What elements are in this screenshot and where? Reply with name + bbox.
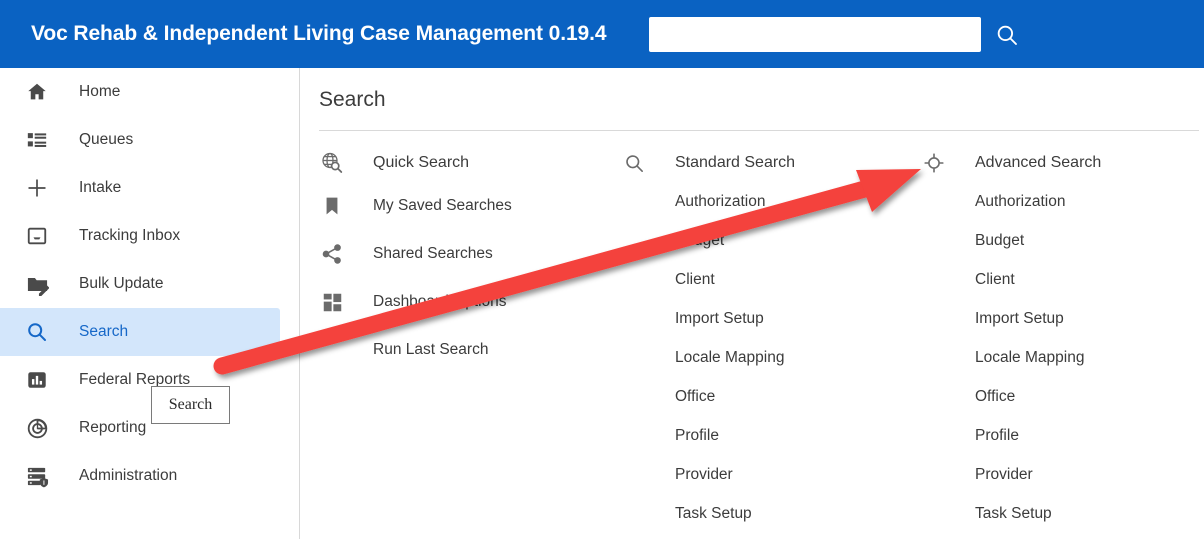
sidebar-item-label: Home — [79, 83, 121, 100]
sidebar-tooltip: Search — [151, 386, 230, 424]
list-item-label: Budget — [675, 231, 725, 249]
standard-office-item[interactable]: Office — [617, 377, 917, 416]
advanced-search-label: Advanced Search — [975, 154, 1102, 171]
list-item-label: Office — [975, 387, 1016, 405]
my-saved-searches-label: My Saved Searches — [373, 197, 512, 214]
advanced-import-setup-item[interactable]: Import Setup — [917, 299, 1204, 338]
run-last-search-item[interactable]: Run Last Search — [315, 326, 635, 374]
standard-client-item[interactable]: Client — [617, 260, 917, 299]
quick-search-header[interactable]: Quick Search — [315, 144, 635, 182]
sidebar-item-bulk-update[interactable]: Bulk Update — [0, 260, 299, 308]
sidebar-item-label: Intake — [79, 179, 122, 196]
list-item-label: Import Setup — [975, 309, 1064, 327]
standard-authorization-item[interactable]: Authorization — [617, 182, 917, 221]
sidebar-item-label: Bulk Update — [79, 275, 164, 292]
crosshair-icon — [917, 151, 951, 175]
list-item-label: Office — [675, 387, 716, 405]
sidebar-item-label: Administration — [79, 467, 178, 484]
search-submit-button[interactable] — [993, 21, 1021, 49]
list-item-label: Budget — [975, 231, 1025, 249]
list-item-label: Locale Mapping — [675, 348, 785, 366]
standard-task-setup-item[interactable]: Task Setup — [617, 494, 917, 533]
list-icon — [20, 126, 54, 154]
tooltip-text: Search — [168, 396, 213, 413]
list-item-label: Provider — [675, 465, 733, 483]
list-item-label: Provider — [975, 465, 1033, 483]
server-shield-icon — [20, 462, 54, 490]
donut-chart-icon — [20, 414, 54, 442]
search-icon — [20, 318, 54, 346]
list-item-label: Task Setup — [675, 504, 752, 522]
standard-search-column: Standard Search Authorization Budget Cli… — [617, 144, 917, 533]
sidebar-item-search[interactable]: Search — [0, 308, 280, 356]
list-item-label: Task Setup — [975, 504, 1052, 522]
standard-budget-item[interactable]: Budget — [617, 221, 917, 260]
advanced-task-setup-item[interactable]: Task Setup — [917, 494, 1204, 533]
advanced-profile-item[interactable]: Profile — [917, 416, 1204, 455]
search-input[interactable] — [649, 17, 981, 52]
globe-search-icon — [315, 151, 349, 175]
list-item-label: Import Setup — [675, 309, 764, 327]
advanced-budget-item[interactable]: Budget — [917, 221, 1204, 260]
plus-icon — [20, 174, 54, 202]
advanced-search-header[interactable]: Advanced Search — [917, 144, 1204, 182]
title-divider — [319, 130, 1199, 131]
sidebar-item-label: Tracking Inbox — [79, 227, 181, 244]
standard-search-header[interactable]: Standard Search — [617, 144, 917, 182]
bookmark-icon — [315, 195, 349, 217]
sidebar-item-reporting[interactable]: Reporting — [0, 404, 299, 452]
standard-search-label: Standard Search — [675, 154, 796, 171]
list-item-label: Client — [675, 270, 715, 288]
standard-locale-mapping-item[interactable]: Locale Mapping — [617, 338, 917, 377]
quick-search-column: Quick Search My Saved Searches Shared Se… — [315, 144, 635, 374]
inbox-icon — [20, 222, 54, 250]
list-item-label: Authorization — [975, 192, 1066, 210]
sidebar-item-label: Search — [79, 323, 129, 340]
list-item-label: Authorization — [675, 192, 766, 210]
advanced-provider-item[interactable]: Provider — [917, 455, 1204, 494]
standard-provider-item[interactable]: Provider — [617, 455, 917, 494]
standard-import-setup-item[interactable]: Import Setup — [617, 299, 917, 338]
advanced-locale-mapping-item[interactable]: Locale Mapping — [917, 338, 1204, 377]
sidebar-item-administration[interactable]: Administration — [0, 452, 299, 500]
run-last-search-label: Run Last Search — [373, 341, 489, 358]
sidebar-item-federal-reports[interactable]: Federal Reports — [0, 356, 299, 404]
home-icon — [20, 78, 54, 106]
folder-edit-icon — [20, 270, 54, 298]
header-search-area — [649, 17, 1021, 52]
my-saved-searches-item[interactable]: My Saved Searches — [315, 182, 635, 230]
sidebar-item-label: Queues — [79, 131, 134, 148]
quick-search-label: Quick Search — [373, 154, 470, 171]
advanced-client-item[interactable]: Client — [917, 260, 1204, 299]
app-title: Voc Rehab & Independent Living Case Mana… — [31, 22, 607, 45]
sidebar-item-queues[interactable]: Queues — [0, 116, 299, 164]
app-header: Voc Rehab & Independent Living Case Mana… — [0, 0, 1204, 68]
advanced-office-item[interactable]: Office — [917, 377, 1204, 416]
list-item-label: Client — [975, 270, 1015, 288]
dashboard-options-label: Dashboard Options — [373, 293, 507, 310]
advanced-search-column: Advanced Search Authorization Budget Cli… — [917, 144, 1204, 533]
bar-chart-icon — [20, 366, 54, 394]
share-icon — [315, 243, 349, 265]
list-item-label: Locale Mapping — [975, 348, 1085, 366]
sidebar-item-intake[interactable]: Intake — [0, 164, 299, 212]
search-icon — [617, 152, 651, 175]
shared-searches-label: Shared Searches — [373, 245, 493, 262]
sidebar: Home Queues Intake Tracking Inbox Bulk U… — [0, 68, 300, 539]
advanced-authorization-item[interactable]: Authorization — [917, 182, 1204, 221]
sidebar-item-tracking-inbox[interactable]: Tracking Inbox — [0, 212, 299, 260]
sidebar-item-home[interactable]: Home — [0, 68, 299, 116]
shared-searches-item[interactable]: Shared Searches — [315, 230, 635, 278]
main-content: Search Quick Search My Saved Searches Sh… — [301, 68, 1204, 539]
dashboard-options-item[interactable]: Dashboard Options — [315, 278, 635, 326]
sidebar-item-label: Reporting — [79, 419, 147, 436]
search-icon — [994, 22, 1020, 48]
standard-profile-item[interactable]: Profile — [617, 416, 917, 455]
dashboard-grid-icon — [315, 292, 349, 313]
list-item-label: Profile — [975, 426, 1019, 444]
page-title: Search — [319, 88, 386, 111]
list-item-label: Profile — [675, 426, 719, 444]
